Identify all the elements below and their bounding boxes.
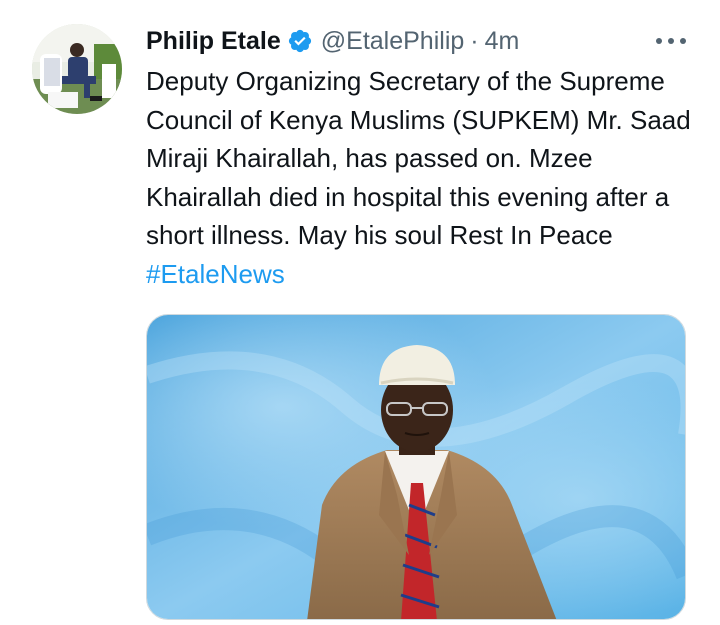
tweet-text: Deputy Organizing Secretary of the Supre…: [146, 62, 701, 293]
verified-badge-icon: [287, 28, 313, 54]
separator-dot: ·: [470, 27, 479, 55]
tweet-header: Philip Etale @EtalePhilip · 4m: [146, 24, 519, 58]
avatar-image: [32, 24, 122, 114]
tweet-media[interactable]: [146, 314, 686, 620]
avatar[interactable]: [32, 24, 122, 114]
timestamp[interactable]: 4m: [485, 24, 520, 58]
user-handle[interactable]: @EtalePhilip: [321, 24, 465, 58]
tweet-text-main: Deputy Organizing Secretary of the Supre…: [146, 66, 691, 250]
display-name[interactable]: Philip Etale: [146, 24, 281, 58]
hashtag-link[interactable]: #EtaleNews: [146, 259, 285, 289]
more-options-icon[interactable]: [656, 32, 686, 50]
tweet[interactable]: Philip Etale @EtalePhilip · 4m Deputy Or…: [0, 0, 720, 625]
media-photo: [147, 315, 685, 619]
